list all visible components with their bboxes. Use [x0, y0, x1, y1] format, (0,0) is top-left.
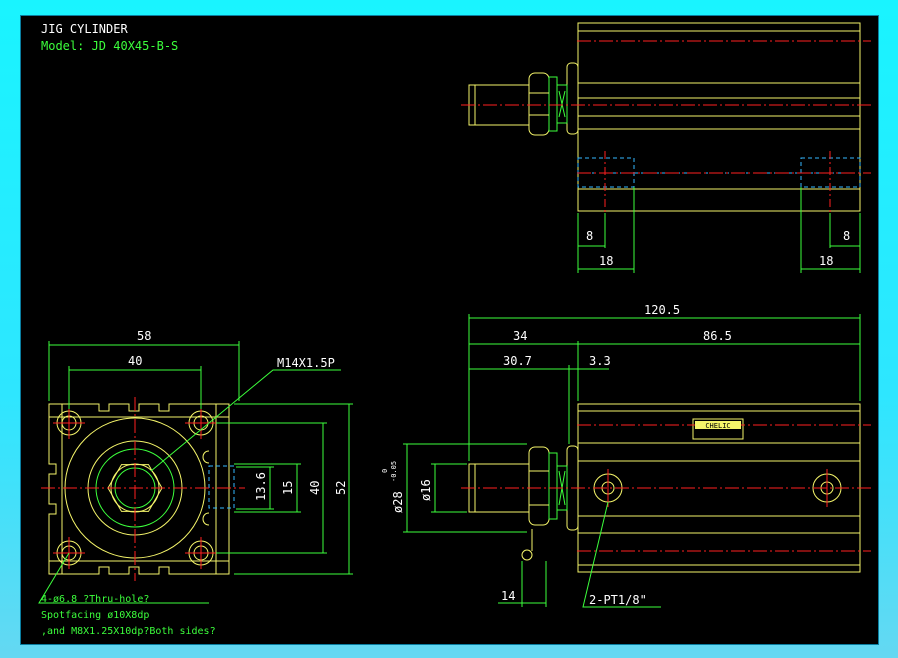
dim-14: 14 [501, 589, 515, 603]
dim-dia-28: ø28 [391, 491, 405, 513]
thread-callout: M14X1.5P [277, 356, 335, 370]
dim-15: 15 [281, 481, 295, 495]
drawing-canvas: JIG CYLINDER Model: JD 40X45-B-S 8 8 18 … [20, 15, 879, 645]
dim-40-horizontal: 40 [128, 354, 142, 368]
dim-30-7: 30.7 [503, 354, 532, 368]
dim-8-right: 8 [843, 229, 850, 243]
dim-3-3: 3.3 [589, 354, 611, 368]
spotfacing-note: Spotfacing ø10X8dp [41, 610, 149, 621]
dim-58: 58 [137, 329, 151, 343]
dim-52: 52 [334, 481, 348, 495]
logo-text: CHELIC [705, 422, 730, 430]
dim-120-5: 120.5 [644, 303, 680, 317]
dim-8-left: 8 [586, 229, 593, 243]
top-view [461, 22, 871, 213]
tolerance-lower: -0.05 [390, 461, 398, 482]
top-view-dimensions [577, 187, 861, 273]
dim-40-vertical: 40 [308, 481, 322, 495]
cad-drawing: JIG CYLINDER Model: JD 40X45-B-S 8 8 18 … [38, 22, 871, 637]
port-note: 2-PT1/8" [589, 593, 647, 607]
top-view-body [577, 22, 861, 212]
dim-dia-16: ø16 [419, 479, 433, 501]
dim-86-5: 86.5 [703, 329, 732, 343]
dim-34: 34 [513, 329, 527, 343]
dim-18-left: 18 [599, 254, 613, 268]
side-view [461, 403, 871, 573]
thread-note: ,and M8X1.25X10dp?Both sides? [41, 626, 216, 637]
front-view [41, 397, 245, 581]
dim-13-6: 13.6 [254, 472, 268, 501]
side-view-logo: CHELIC [695, 421, 741, 430]
model-label: Model: JD 40X45-B-S [41, 39, 178, 53]
tolerance-upper: 0 [381, 469, 389, 473]
drawing-title: JIG CYLINDER [41, 22, 128, 36]
dim-18-right: 18 [819, 254, 833, 268]
hole-note: 4-ø6.8 ?Thru-hole? [41, 594, 149, 605]
